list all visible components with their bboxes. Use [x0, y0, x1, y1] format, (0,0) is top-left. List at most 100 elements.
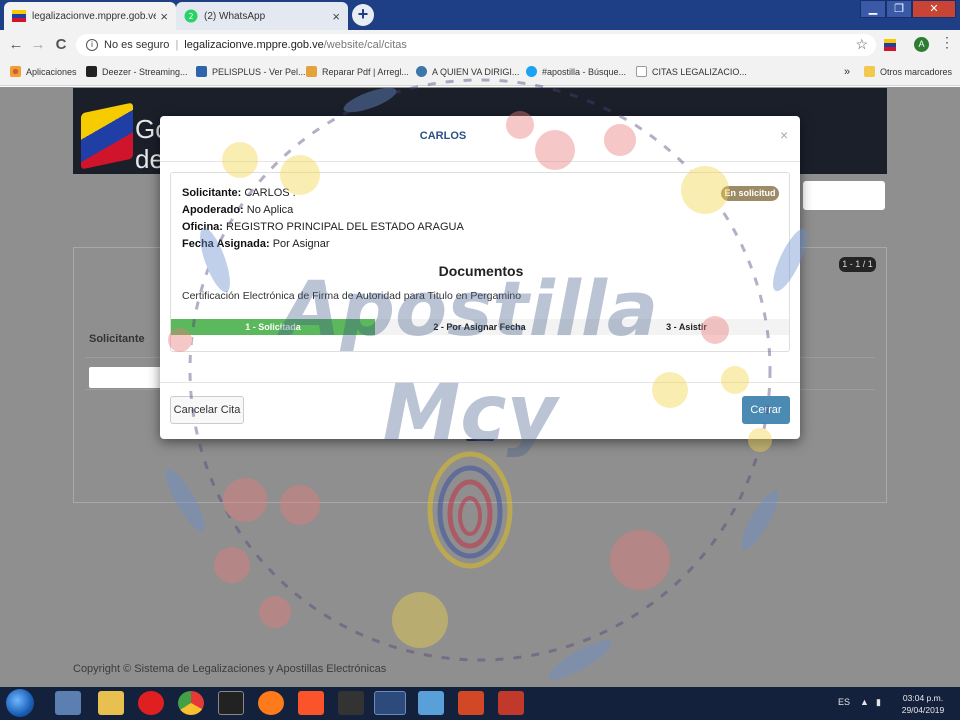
chrome-icon[interactable] [178, 691, 204, 715]
deezer-icon [86, 66, 97, 77]
appointment-progress: 1 - Solicitada 2 - Por Asignar Fecha 3 -… [171, 319, 789, 335]
filter-input[interactable] [89, 367, 169, 388]
bookmark-label: #apostilla - Búsque... [542, 66, 627, 77]
bookmark-label: Reparar Pdf | Arregl... [322, 66, 409, 77]
field-label: Oficina: [182, 221, 223, 233]
pdf-icon[interactable] [498, 691, 524, 715]
page-icon [636, 66, 647, 77]
twitter-icon [526, 66, 537, 77]
bookmark-pelisplus[interactable]: PELISPLUS - Ver Pel... [196, 66, 306, 77]
url-input[interactable]: i No es seguro | legalizacionve.mppre.go… [76, 34, 876, 56]
notepad-icon[interactable] [418, 691, 444, 715]
system-clock[interactable]: 03:04 p.m. 29/04/2019 [898, 692, 948, 716]
window-close-button[interactable]: ✕ [912, 0, 956, 18]
minimize-button[interactable]: ▁ [860, 0, 886, 18]
bookmark-a-quien-va[interactable]: A QUIEN VA DIRIGI... [416, 66, 519, 77]
tab-close-icon[interactable]: × [332, 9, 340, 24]
tab-close-icon[interactable]: × [160, 9, 168, 24]
windows-taskbar: ES ▲ ▮ 03:04 p.m. 29/04/2019 [0, 687, 960, 720]
bookmark-label: Deezer - Streaming... [102, 66, 188, 77]
field-fecha-asignada: Fecha Asignada: Por Asignar [182, 238, 330, 250]
rl-icon[interactable] [338, 691, 364, 715]
svg-text:2: 2 [188, 12, 193, 21]
field-value: Por Asignar [272, 238, 330, 250]
bookmark-deezer[interactable]: Deezer - Streaming... [86, 66, 188, 77]
explorer-icon[interactable] [55, 691, 81, 715]
bookmarks-bar: Aplicaciones Deezer - Streaming... PELIS… [0, 60, 960, 86]
restore-button[interactable]: ❐ [886, 0, 912, 18]
modal-footer-divider [160, 382, 800, 383]
tab-title: (2) WhatsApp [204, 10, 266, 22]
reload-button[interactable]: C [51, 35, 71, 55]
wordpress-icon [416, 66, 427, 77]
profile-avatar[interactable]: A [914, 37, 929, 52]
modal-title: CARLOS [419, 130, 467, 142]
bookmark-citas-legalizacion[interactable]: CITAS LEGALIZACIO... [636, 66, 747, 77]
bookmark-label: A QUIEN VA DIRIGI... [432, 66, 520, 77]
url-path: /website/cal/citas [323, 39, 407, 51]
bookmark-label: Aplicaciones [26, 66, 77, 77]
security-label: No es seguro [104, 39, 170, 51]
firefox-icon[interactable] [258, 691, 284, 715]
windows-start-button[interactable] [6, 689, 34, 717]
url-separator: | [175, 39, 179, 51]
header-search-box[interactable] [803, 181, 885, 210]
bookmarks-overflow[interactable]: » [844, 66, 850, 78]
close-modal-button[interactable]: Cerrar [742, 396, 790, 424]
cancel-appointment-button[interactable]: Cancelar Cita [170, 396, 244, 424]
status-badge: En solicitud [721, 186, 779, 201]
window-controls: ▁ ❐ ✕ [860, 0, 956, 18]
clock-time: 03:04 p.m. [902, 693, 944, 703]
chrome-active-icon[interactable] [374, 691, 406, 715]
address-bar: ← → C i No es seguro | legalizacionve.mp… [0, 30, 960, 60]
tab-whatsapp[interactable]: 2 (2) WhatsApp × [176, 2, 348, 30]
cita-details-card: Solicitante: CARLOS . Apoderado: No Apli… [170, 172, 790, 352]
field-label: Solicitante: [182, 187, 242, 199]
bookmark-apps[interactable]: Aplicaciones [10, 66, 77, 77]
url-host: legalizacionve.mppre.gob.ve [184, 39, 324, 51]
modal-close-icon[interactable]: × [780, 127, 788, 143]
field-oficina: Oficina: REGISTRO PRINCIPAL DEL ESTADO A… [182, 221, 464, 233]
bookmark-reparar-pdf[interactable]: Reparar Pdf | Arregl... [306, 66, 409, 77]
field-value: REGISTRO PRINCIPAL DEL ESTADO ARAGUA [226, 221, 464, 233]
bookmark-star-icon[interactable]: ☆ [855, 36, 868, 53]
field-apoderado: Apoderado: No Aplica [182, 204, 293, 216]
whatsapp-icon: 2 [184, 9, 198, 23]
venezuela-extension-icon[interactable] [884, 39, 896, 51]
epic-games-icon[interactable] [218, 691, 244, 715]
field-label: Apoderado: [182, 204, 244, 216]
bookmark-label: PELISPLUS - Ver Pel... [212, 66, 306, 77]
venezuela-flag-icon [12, 10, 26, 22]
clock-date: 29/04/2019 [901, 705, 945, 715]
language-indicator[interactable]: ES [838, 697, 850, 707]
document-item: Certificación Electrónica de Firma de Au… [182, 290, 522, 302]
field-label: Fecha Asignada: [182, 238, 270, 250]
pagination-counter: 1 - 1 / 1 [839, 257, 876, 272]
folder-icon [864, 66, 875, 77]
file-manager-icon[interactable] [98, 691, 124, 715]
footer-copyright: Copyright © Sistema de Legalizaciones y … [73, 663, 387, 675]
brave-icon[interactable] [298, 691, 324, 715]
documents-heading: Documentos [438, 263, 524, 279]
venezuela-flag-logo [81, 102, 133, 170]
pdf-tool-icon [306, 66, 317, 77]
back-button[interactable]: ← [6, 35, 26, 55]
tab-title: legalizacionve.mppre.gob.ve/web [32, 10, 157, 22]
field-value: CARLOS . [244, 187, 296, 199]
forward-button[interactable]: → [28, 35, 48, 55]
info-icon[interactable]: i [86, 39, 98, 51]
show-hidden-icons-icon[interactable]: ▲ [860, 697, 869, 707]
tab-legalizacion[interactable]: legalizacionve.mppre.gob.ve/web × [4, 2, 176, 30]
opera-icon[interactable] [138, 691, 164, 715]
new-tab-button[interactable]: + [352, 4, 374, 26]
bookmark-apostilla-search[interactable]: #apostilla - Búsque... [526, 66, 626, 77]
apps-grid-icon [10, 66, 21, 77]
network-icon[interactable]: ▮ [876, 697, 881, 708]
step-por-asignar-fecha: 2 - Por Asignar Fecha [433, 322, 526, 332]
powerpoint-icon[interactable] [458, 691, 484, 715]
pelisplus-icon [196, 66, 207, 77]
bookmark-label: Otros marcadores [880, 66, 953, 77]
bookmark-other[interactable]: Otros marcadores [864, 66, 952, 77]
tab-strip: legalizacionve.mppre.gob.ve/web × 2 (2) … [0, 0, 960, 30]
menu-icon[interactable]: ⋮ [940, 34, 954, 51]
